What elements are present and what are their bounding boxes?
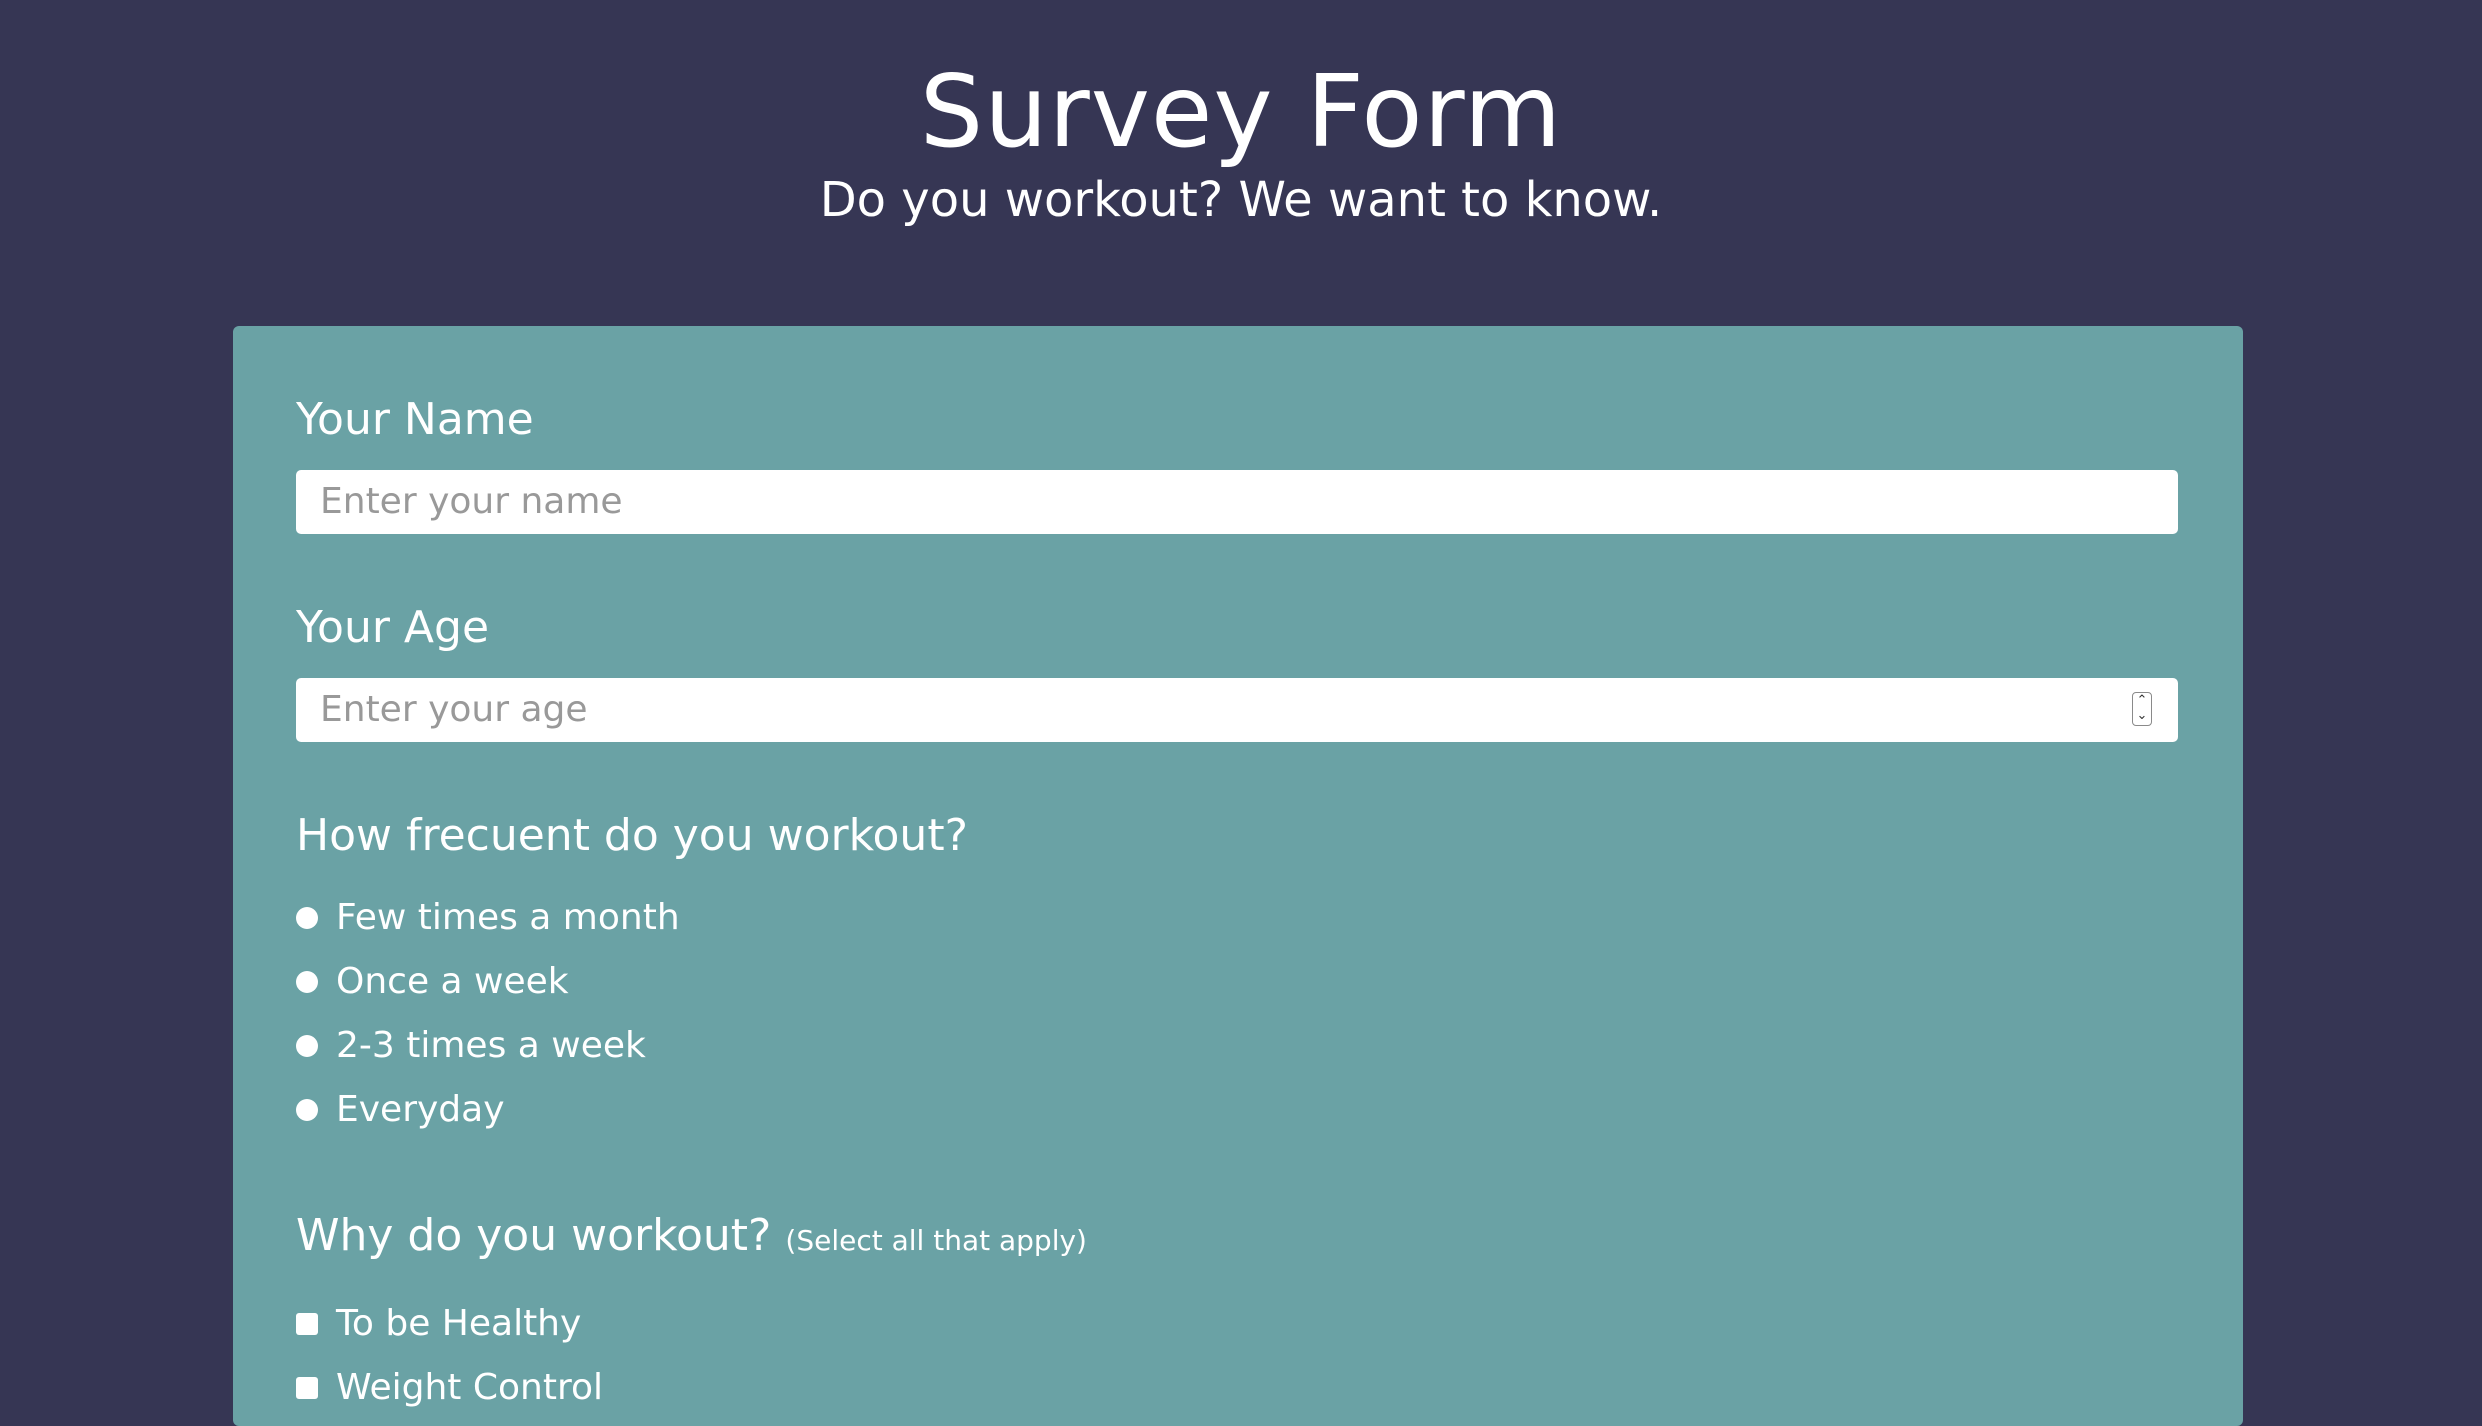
spinner-down-icon[interactable]: ⌄	[2133, 708, 2151, 723]
reason-option-label: Weight Control	[336, 1367, 603, 1408]
name-input-placeholder: Enter your name	[320, 481, 623, 522]
age-input[interactable]: Enter your age ⌃ ⌄	[296, 678, 2178, 742]
age-input-placeholder: Enter your age	[320, 689, 588, 730]
age-number-spinner[interactable]: ⌃ ⌄	[2132, 692, 2152, 726]
reason-option-label: To be Healthy	[336, 1303, 582, 1344]
survey-form: Your Name Enter your name Your Age Enter…	[233, 326, 2243, 1426]
checkbox[interactable]	[296, 1377, 318, 1399]
reasons-hint: (Select all that apply)	[785, 1224, 1087, 1257]
radio-button[interactable]	[296, 1035, 318, 1057]
name-label: Your Name	[296, 394, 534, 445]
reasons-question-row: Why do you workout? (Select all that app…	[296, 1206, 1087, 1271]
radio-button[interactable]	[296, 971, 318, 993]
radio-button[interactable]	[296, 1099, 318, 1121]
radio-button[interactable]	[296, 907, 318, 929]
age-label: Your Age	[296, 602, 490, 653]
frequency-option-label: Once a week	[336, 961, 569, 1002]
frequency-question: How frecuent do you workout?	[296, 810, 968, 861]
frequency-option-label: 2-3 times a week	[336, 1025, 646, 1066]
page-title: Survey Form	[919, 53, 1563, 170]
checkbox[interactable]	[296, 1313, 318, 1335]
spinner-up-icon[interactable]: ⌃	[2133, 693, 2151, 708]
name-input[interactable]: Enter your name	[296, 470, 2178, 534]
page-subtitle: Do you workout? We want to know.	[819, 172, 1663, 228]
frequency-option-label: Everyday	[336, 1089, 505, 1130]
frequency-option-label: Few times a month	[336, 897, 680, 938]
reasons-question: Why do you workout?	[296, 1210, 772, 1261]
